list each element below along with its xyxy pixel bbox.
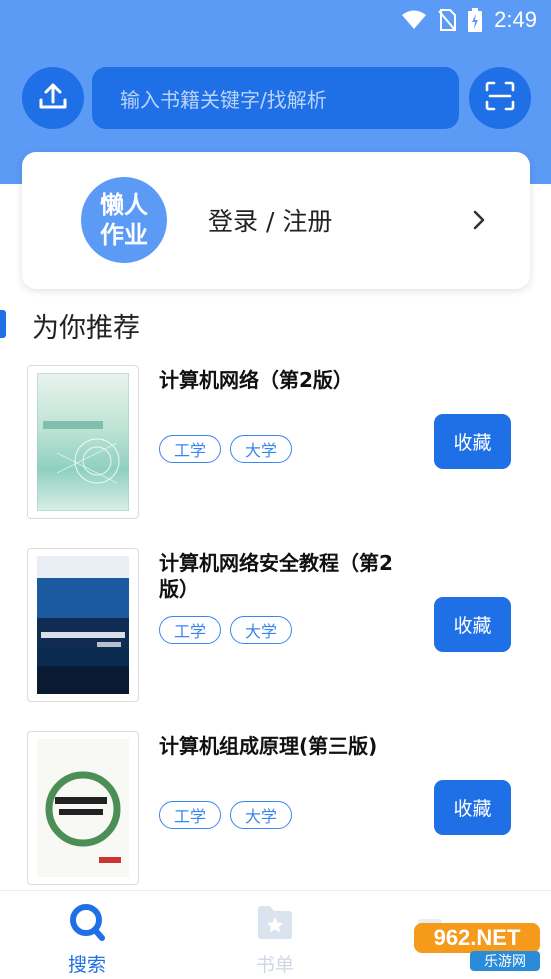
tab-search-label: 搜索 (67, 954, 106, 976)
book-item[interactable]: 计算机组成原理(第三版) 工学 大学 收藏 (27, 731, 527, 885)
book-title[interactable]: 计算机网络安全教程（第2版） (159, 550, 419, 602)
app-logo: 懒人 作业 (81, 177, 167, 263)
login-card[interactable]: 懒人 作业 登录 / 注册 (22, 152, 530, 289)
site-watermark: 962.NET 乐游网 (410, 909, 545, 973)
wifi-icon (402, 10, 427, 30)
section-title: 为你推荐 (32, 313, 140, 344)
tag[interactable]: 工学 (159, 435, 221, 463)
search-icon (69, 903, 105, 946)
section-accent-bar (0, 310, 6, 338)
chevron-right-icon (472, 209, 486, 235)
logo-line-2: 作业 (100, 221, 148, 249)
book-cover[interactable] (27, 731, 139, 885)
search-row: 输入书籍关键字/找解析 (22, 66, 531, 130)
search-input[interactable]: 输入书籍关键字/找解析 (92, 67, 459, 129)
battery-charging-icon (468, 8, 483, 32)
scan-button[interactable] (469, 67, 531, 129)
logo-line-1: 懒人 (100, 191, 148, 219)
scan-icon (484, 80, 516, 116)
upload-button[interactable] (22, 67, 84, 129)
book-title[interactable]: 计算机网络（第2版） (159, 367, 419, 393)
status-time: 2:49 (494, 7, 537, 32)
book-cover[interactable] (27, 548, 139, 702)
folder-star-icon (256, 903, 294, 946)
tag[interactable]: 工学 (159, 801, 221, 829)
tag[interactable]: 大学 (230, 435, 292, 463)
tag[interactable]: 工学 (159, 616, 221, 644)
book-tags: 工学 大学 (159, 801, 292, 829)
tab-booklist-label: 书单 (255, 954, 294, 976)
no-sim-icon (438, 9, 457, 31)
tab-search[interactable]: 搜索 (42, 903, 132, 977)
book-item[interactable]: 计算机网络（第2版） 工学 大学 收藏 (27, 365, 527, 519)
watermark-main: 962.NET (434, 925, 521, 950)
favorite-button[interactable]: 收藏 (434, 414, 511, 469)
bottom-nav: 搜索 书单 962.NET 乐游网 (0, 890, 551, 979)
book-cover[interactable] (27, 365, 139, 519)
tag[interactable]: 大学 (230, 616, 292, 644)
favorite-button[interactable]: 收藏 (434, 597, 511, 652)
tab-booklist[interactable]: 书单 (230, 903, 320, 977)
book-item[interactable]: 计算机网络安全教程（第2版） 工学 大学 收藏 (27, 548, 527, 702)
favorite-button[interactable]: 收藏 (434, 780, 511, 835)
login-register-label[interactable]: 登录 / 注册 (208, 202, 332, 238)
watermark-sub: 乐游网 (484, 954, 526, 970)
upload-icon (37, 80, 69, 116)
book-title[interactable]: 计算机组成原理(第三版) (159, 733, 419, 759)
book-tags: 工学 大学 (159, 616, 292, 644)
status-bar: 2:49 (0, 0, 551, 40)
tag[interactable]: 大学 (230, 801, 292, 829)
search-placeholder: 输入书籍关键字/找解析 (120, 87, 327, 112)
book-tags: 工学 大学 (159, 435, 292, 463)
